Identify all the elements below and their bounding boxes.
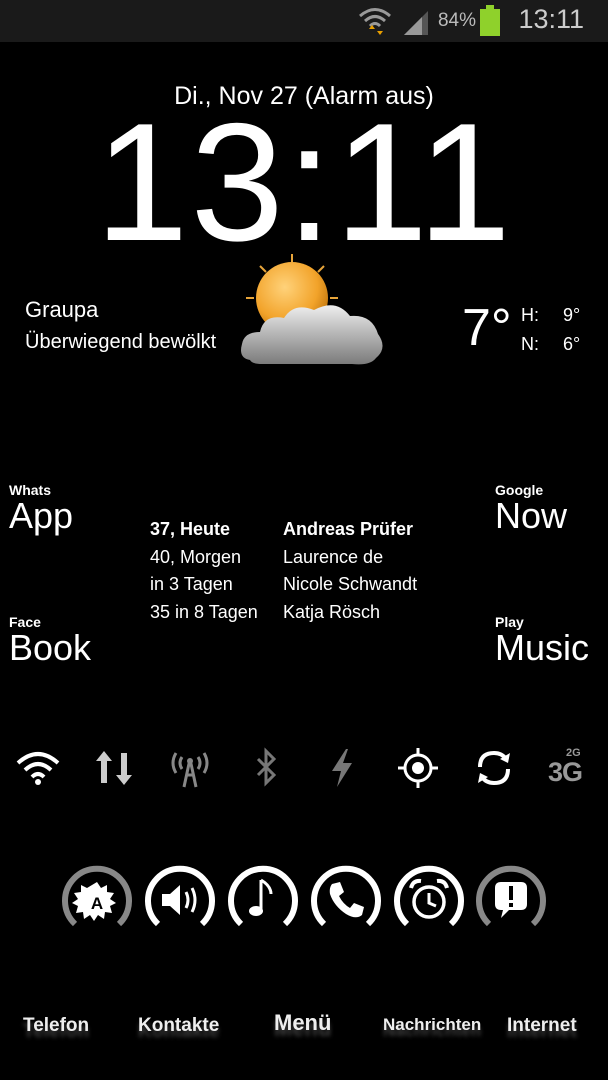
wifi-signal-icon — [359, 8, 391, 35]
dock-kontakte[interactable]: Kontakte — [138, 1015, 219, 1037]
auto-brightness-label: A — [91, 894, 103, 913]
cell-signal-icon — [404, 11, 428, 35]
network-3g-label: 3G — [548, 757, 583, 787]
clock[interactable]: 13:11 — [0, 98, 608, 266]
event-date: 40, Morgen — [150, 546, 242, 567]
event-date: in 3 Tagen — [150, 574, 233, 594]
low-temperature: 6° — [563, 334, 581, 354]
status-bar: 84% 13:11 — [0, 0, 608, 42]
dock-telefon[interactable]: Telefon — [23, 1015, 89, 1037]
dock-nachrichten[interactable]: Nachrichten — [383, 1015, 481, 1035]
facebook-big-label: Book — [9, 627, 92, 668]
alarm-clock-icon[interactable] — [393, 864, 465, 936]
high-temperature: 9° — [563, 305, 581, 325]
volume-icon[interactable] — [144, 864, 216, 936]
event-date: 37, Heute — [150, 519, 231, 539]
event-name: Katja Rösch — [283, 601, 381, 622]
current-temperature: 7° — [462, 299, 512, 357]
event-dates-list[interactable]: 37, Heute 40, Morgen in 3 Tagen 35 in 8 … — [150, 516, 258, 626]
high-label: H: — [521, 305, 539, 325]
battery-percentage: 84% — [437, 10, 476, 31]
google-big-label: Now — [495, 495, 568, 536]
google-now-shortcut[interactable]: Google Now — [495, 482, 567, 534]
whatsapp-shortcut[interactable]: Whats App — [9, 482, 73, 534]
event-name: Nicole Schwandt — [283, 574, 418, 594]
data-transfer-icon[interactable] — [92, 745, 136, 791]
event-names-list[interactable]: Andreas Prüfer Laurence de Nicole Schwan… — [283, 516, 417, 626]
sync-icon[interactable] — [472, 745, 516, 791]
music-note-icon[interactable] — [227, 864, 299, 936]
notification-icon[interactable] — [475, 864, 547, 936]
weather-condition: Überwiegend bewölkt — [25, 331, 217, 353]
battery-icon — [480, 5, 500, 36]
low-label: N: — [521, 334, 539, 354]
whatsapp-big-label: App — [9, 495, 74, 536]
bluetooth-icon[interactable] — [244, 745, 288, 791]
play-big-label: Music — [495, 627, 590, 668]
wifi-icon[interactable] — [16, 745, 60, 791]
event-date: 35 in 8 Tagen — [150, 601, 258, 622]
partly-cloudy-icon[interactable] — [232, 252, 392, 376]
status-time: 13:11 — [518, 4, 584, 34]
event-name: Andreas Prüfer — [283, 519, 414, 539]
weather-location[interactable]: Graupa — [25, 297, 98, 323]
flash-icon[interactable] — [320, 745, 364, 791]
gps-icon[interactable] — [396, 745, 440, 791]
auto-brightness-icon[interactable]: A — [61, 864, 133, 936]
hotspot-icon[interactable] — [168, 745, 212, 791]
facebook-shortcut[interactable]: Face Book — [9, 614, 91, 666]
event-name: Laurence de — [283, 546, 384, 567]
phone-icon[interactable] — [310, 864, 382, 936]
network-3g-icon[interactable]: 2G 3G — [548, 745, 592, 791]
dock-internet[interactable]: Internet — [507, 1015, 577, 1037]
play-music-shortcut[interactable]: Play Music — [495, 614, 589, 666]
dock-menu[interactable]: Menü — [274, 1010, 331, 1036]
